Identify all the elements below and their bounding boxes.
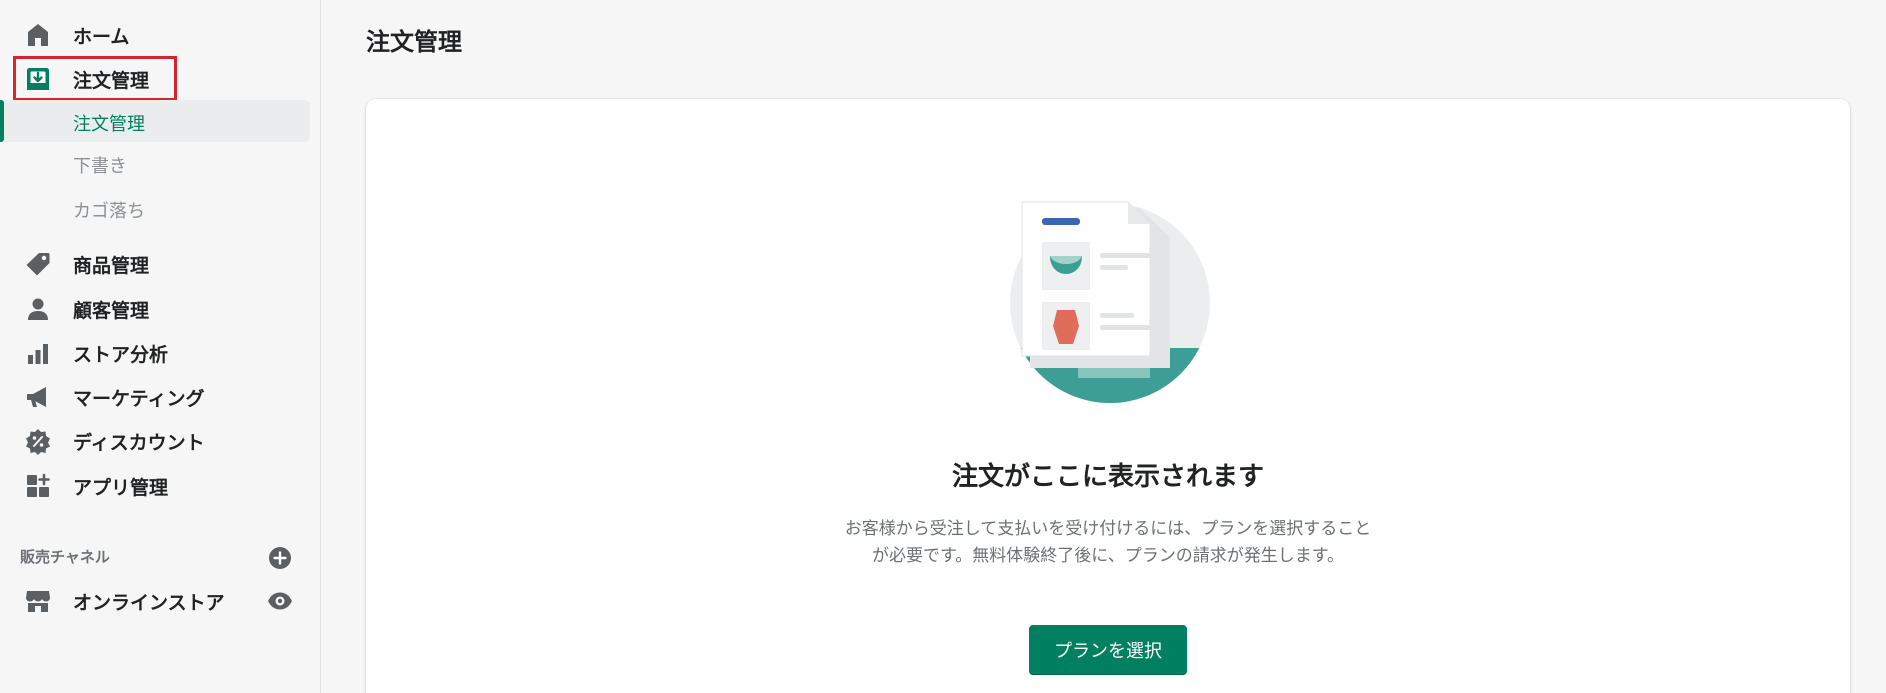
sidebar-item-customers[interactable]: 顧客管理 [0, 289, 321, 329]
orders-empty-illustration [1010, 201, 1210, 403]
sidebar-item-label: ディスカウント [73, 431, 205, 454]
sidebar-item-label: マーケティング [73, 387, 205, 410]
sidebar-item-home[interactable]: ホーム [0, 15, 321, 55]
sub-item-label: カゴ落ち [73, 201, 145, 222]
sidebar-item-apps[interactable]: アプリ管理 [0, 466, 321, 506]
orders-icon [24, 65, 52, 93]
sidebar-item-label: 商品管理 [73, 254, 150, 277]
plus-circle-icon[interactable] [268, 546, 292, 570]
apps-icon [24, 472, 52, 500]
sub-item-drafts[interactable]: 下書き [0, 142, 310, 184]
select-plan-button[interactable]: プランを選択 [1029, 625, 1187, 675]
sidebar-item-label: ストア分析 [73, 343, 169, 366]
discount-icon [24, 427, 52, 455]
store-icon [24, 587, 52, 615]
sidebar: ホーム 注文管理 注文管理 下書き カゴ落ち 商品管理 顧客管理 ストア分析 マ… [0, 0, 321, 693]
megaphone-icon [24, 383, 52, 411]
sidebar-item-discounts[interactable]: ディスカウント [0, 421, 321, 461]
sidebar-item-marketing[interactable]: マーケティング [0, 377, 321, 417]
bar-chart-icon [24, 339, 52, 367]
sidebar-item-products[interactable]: 商品管理 [0, 244, 321, 284]
sidebar-item-analytics[interactable]: ストア分析 [0, 333, 321, 373]
person-icon [24, 295, 52, 323]
sub-item-orders[interactable]: 注文管理 [0, 100, 310, 142]
empty-state-heading: 注文がここに表示されます [951, 462, 1264, 492]
sidebar-item-label: アプリ管理 [73, 476, 169, 499]
page-title: 注文管理 [366, 28, 462, 56]
sidebar-item-label: オンラインストア [73, 591, 225, 614]
sub-item-label: 下書き [73, 156, 127, 177]
eye-icon[interactable] [267, 588, 293, 614]
tag-icon [24, 250, 52, 278]
sub-item-label: 注文管理 [73, 114, 145, 135]
sales-channels-heading: 販売チャネル [20, 548, 110, 566]
sub-item-abandoned-checkouts[interactable]: カゴ落ち [0, 187, 310, 229]
sidebar-item-label: 顧客管理 [73, 299, 150, 322]
empty-state-description: お客様から受注して支払いを受け付けるには、プランを選択することが必要です。無料体… [844, 519, 1372, 566]
sidebar-item-orders[interactable]: 注文管理 [0, 59, 321, 99]
app-window: ホーム 注文管理 注文管理 下書き カゴ落ち 商品管理 顧客管理 ストア分析 マ… [0, 0, 1886, 693]
home-icon [24, 21, 52, 49]
sidebar-item-label: ホーム [73, 25, 130, 48]
sidebar-item-label: 注文管理 [73, 69, 150, 92]
